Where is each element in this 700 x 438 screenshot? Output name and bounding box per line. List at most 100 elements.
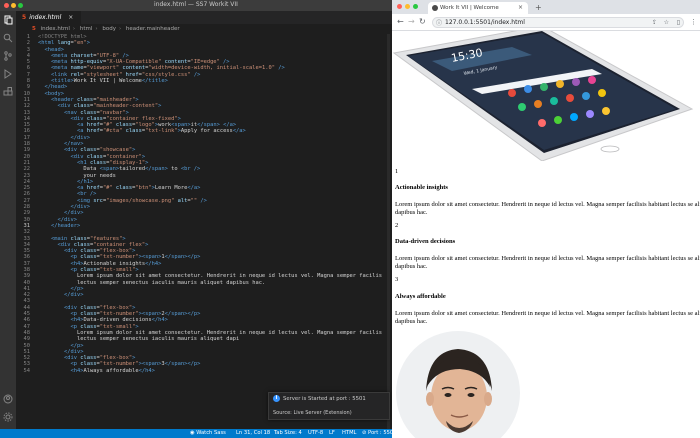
address-text: 127.0.0.1:5501/index.html	[445, 19, 525, 26]
code-token: <body>	[44, 90, 64, 97]
code-token: >	[125, 109, 129, 116]
editor-scrollbar[interactable]	[387, 34, 390, 429]
code-token: </header>	[50, 222, 81, 229]
feature-number: 1	[395, 168, 399, 175]
breadcrumb-item[interactable]: index.html	[41, 26, 70, 32]
code-token: "#cta"	[102, 128, 123, 135]
code-token: />	[190, 71, 201, 78]
minimize-window-button[interactable]	[405, 4, 410, 9]
browser-window: Work It VII | Welcome × + ← → ↻ ⓘ 127.0.…	[392, 0, 700, 438]
browser-tab-title: Work It VII | Welcome	[440, 5, 499, 11]
code-token: >	[135, 266, 139, 273]
cursor-position[interactable]: Ln 31, Col 18	[236, 429, 270, 438]
code-token: alt	[174, 197, 188, 204]
encoding[interactable]: UTF-8	[308, 429, 323, 438]
bookmark-star-icon[interactable]: ☆	[664, 18, 669, 27]
source-control-icon[interactable]	[3, 51, 13, 61]
code-token: <link	[50, 71, 71, 78]
address-bar[interactable]: ⓘ 127.0.0.1:5501/index.html ⇪ ☆ ▯	[432, 17, 684, 28]
code-token: class	[86, 115, 103, 122]
code-token: src	[93, 197, 103, 204]
reload-icon[interactable]: ↻	[419, 17, 426, 27]
code-token: class	[80, 254, 97, 261]
run-debug-icon[interactable]	[3, 69, 13, 79]
code-token: </h4>	[151, 317, 168, 324]
zoom-window-button[interactable]	[413, 4, 418, 9]
manage-gear-icon[interactable]	[3, 412, 13, 422]
breadcrumb-item[interactable]: header.mainheader	[126, 26, 180, 32]
code-token: </span></p>	[164, 254, 201, 261]
forward-icon[interactable]: →	[408, 17, 415, 27]
code-token: <meta	[50, 65, 71, 72]
code-token: </h4>	[138, 367, 155, 374]
close-tab-icon[interactable]: ×	[518, 2, 523, 14]
code-token: "mainheader"	[96, 96, 136, 103]
code-token: class	[70, 235, 87, 242]
language-mode[interactable]: HTML	[342, 429, 356, 438]
watch-sass-button[interactable]: ◉ Watch Sass	[190, 429, 226, 438]
sidebar-icon[interactable]: ▯	[677, 18, 680, 27]
code-token: </div>	[63, 292, 84, 299]
extensions-icon[interactable]	[3, 87, 13, 97]
code-token: href	[86, 185, 100, 192]
back-icon[interactable]: ←	[397, 17, 404, 27]
new-tab-icon[interactable]: +	[535, 2, 542, 13]
browser-menu-icon[interactable]: ⋮	[690, 17, 697, 27]
close-tab-icon[interactable]: ×	[68, 11, 73, 24]
code-token: tailored	[119, 166, 146, 173]
code-token: class	[86, 153, 103, 160]
explorer-icon[interactable]	[3, 15, 13, 25]
code-token: </title>	[141, 78, 168, 85]
account-icon[interactable]	[3, 394, 13, 404]
notification-source: Source: Live Server (Extension)	[273, 410, 352, 416]
code-token: </div>	[63, 210, 84, 217]
code-token: "logo"	[135, 122, 155, 129]
code-token: <h4>	[70, 317, 84, 324]
share-icon[interactable]: ⇪	[652, 18, 657, 27]
vscode-titlebar: index.html — SS7 Workit VII	[0, 0, 392, 11]
tab-index-html[interactable]: 5 index.html ×	[16, 11, 82, 24]
code-token: charset	[70, 52, 94, 59]
code-token: class	[112, 185, 133, 192]
tab-size[interactable]: Tab Size: 4	[274, 429, 302, 438]
search-icon[interactable]	[3, 33, 13, 43]
code-token: <span>	[171, 122, 191, 129]
code-token: </div>	[70, 204, 90, 211]
code-token: href	[86, 122, 100, 129]
code-token: "txt-small"	[99, 266, 136, 273]
tab-label: index.html	[29, 14, 62, 21]
browser-tab[interactable]: Work It VII | Welcome ×	[428, 2, 528, 14]
code-token: class	[80, 304, 97, 311]
code-token: "images/showcase.png"	[106, 197, 175, 204]
site-info-icon[interactable]: ⓘ	[436, 19, 442, 28]
code-editor[interactable]: 1 <!DOCTYPE html> 2 <html lang="en"> 3 <head…	[16, 34, 392, 429]
code-token: </p>	[70, 342, 84, 349]
code-token: </span></p>	[164, 311, 201, 318]
code-token: class	[80, 355, 97, 362]
code-token: "X-UA-Compatible"	[106, 59, 162, 66]
code-token: >	[132, 304, 136, 311]
breadcrumb-item[interactable]: html	[80, 26, 93, 32]
code-token: >	[132, 248, 136, 255]
code-token: <div	[63, 248, 81, 255]
code-token: <p	[70, 254, 81, 261]
breadcrumb-item[interactable]: body	[102, 26, 116, 32]
browser-toolbar: ← → ↻ ⓘ 127.0.0.1:5501/index.html ⇪ ☆ ▯ …	[392, 14, 700, 31]
code-token: "txt-number"	[99, 361, 139, 368]
end-of-line[interactable]: LF	[329, 429, 335, 438]
code-token: lectus semper senectus iaculis mauris al…	[38, 336, 240, 343]
code-line[interactable]: 54 <h4>Always affordable</h4>	[16, 368, 392, 374]
code-token: Learn More	[154, 185, 188, 192]
code-token: class	[80, 266, 97, 273]
close-window-button[interactable]	[397, 4, 402, 9]
code-token: />	[219, 59, 230, 66]
code-token: "flex-box"	[99, 248, 133, 255]
code-token: <p	[70, 311, 81, 318]
